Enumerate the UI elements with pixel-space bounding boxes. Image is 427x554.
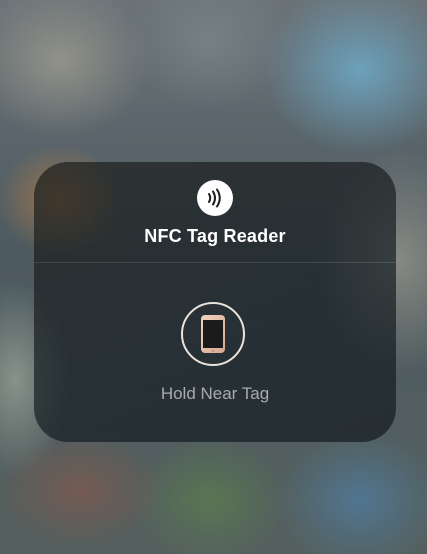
divider <box>34 262 396 263</box>
screen: NFC Tag Reader Hold Near Tag <box>0 0 427 554</box>
phone-icon <box>181 302 245 366</box>
nfc-waves-icon <box>197 180 233 216</box>
nfc-reader-sheet: NFC Tag Reader Hold Near Tag <box>34 162 396 442</box>
app-title: NFC Tag Reader <box>144 226 286 246</box>
status-text: Hold Near Tag <box>160 384 270 403</box>
